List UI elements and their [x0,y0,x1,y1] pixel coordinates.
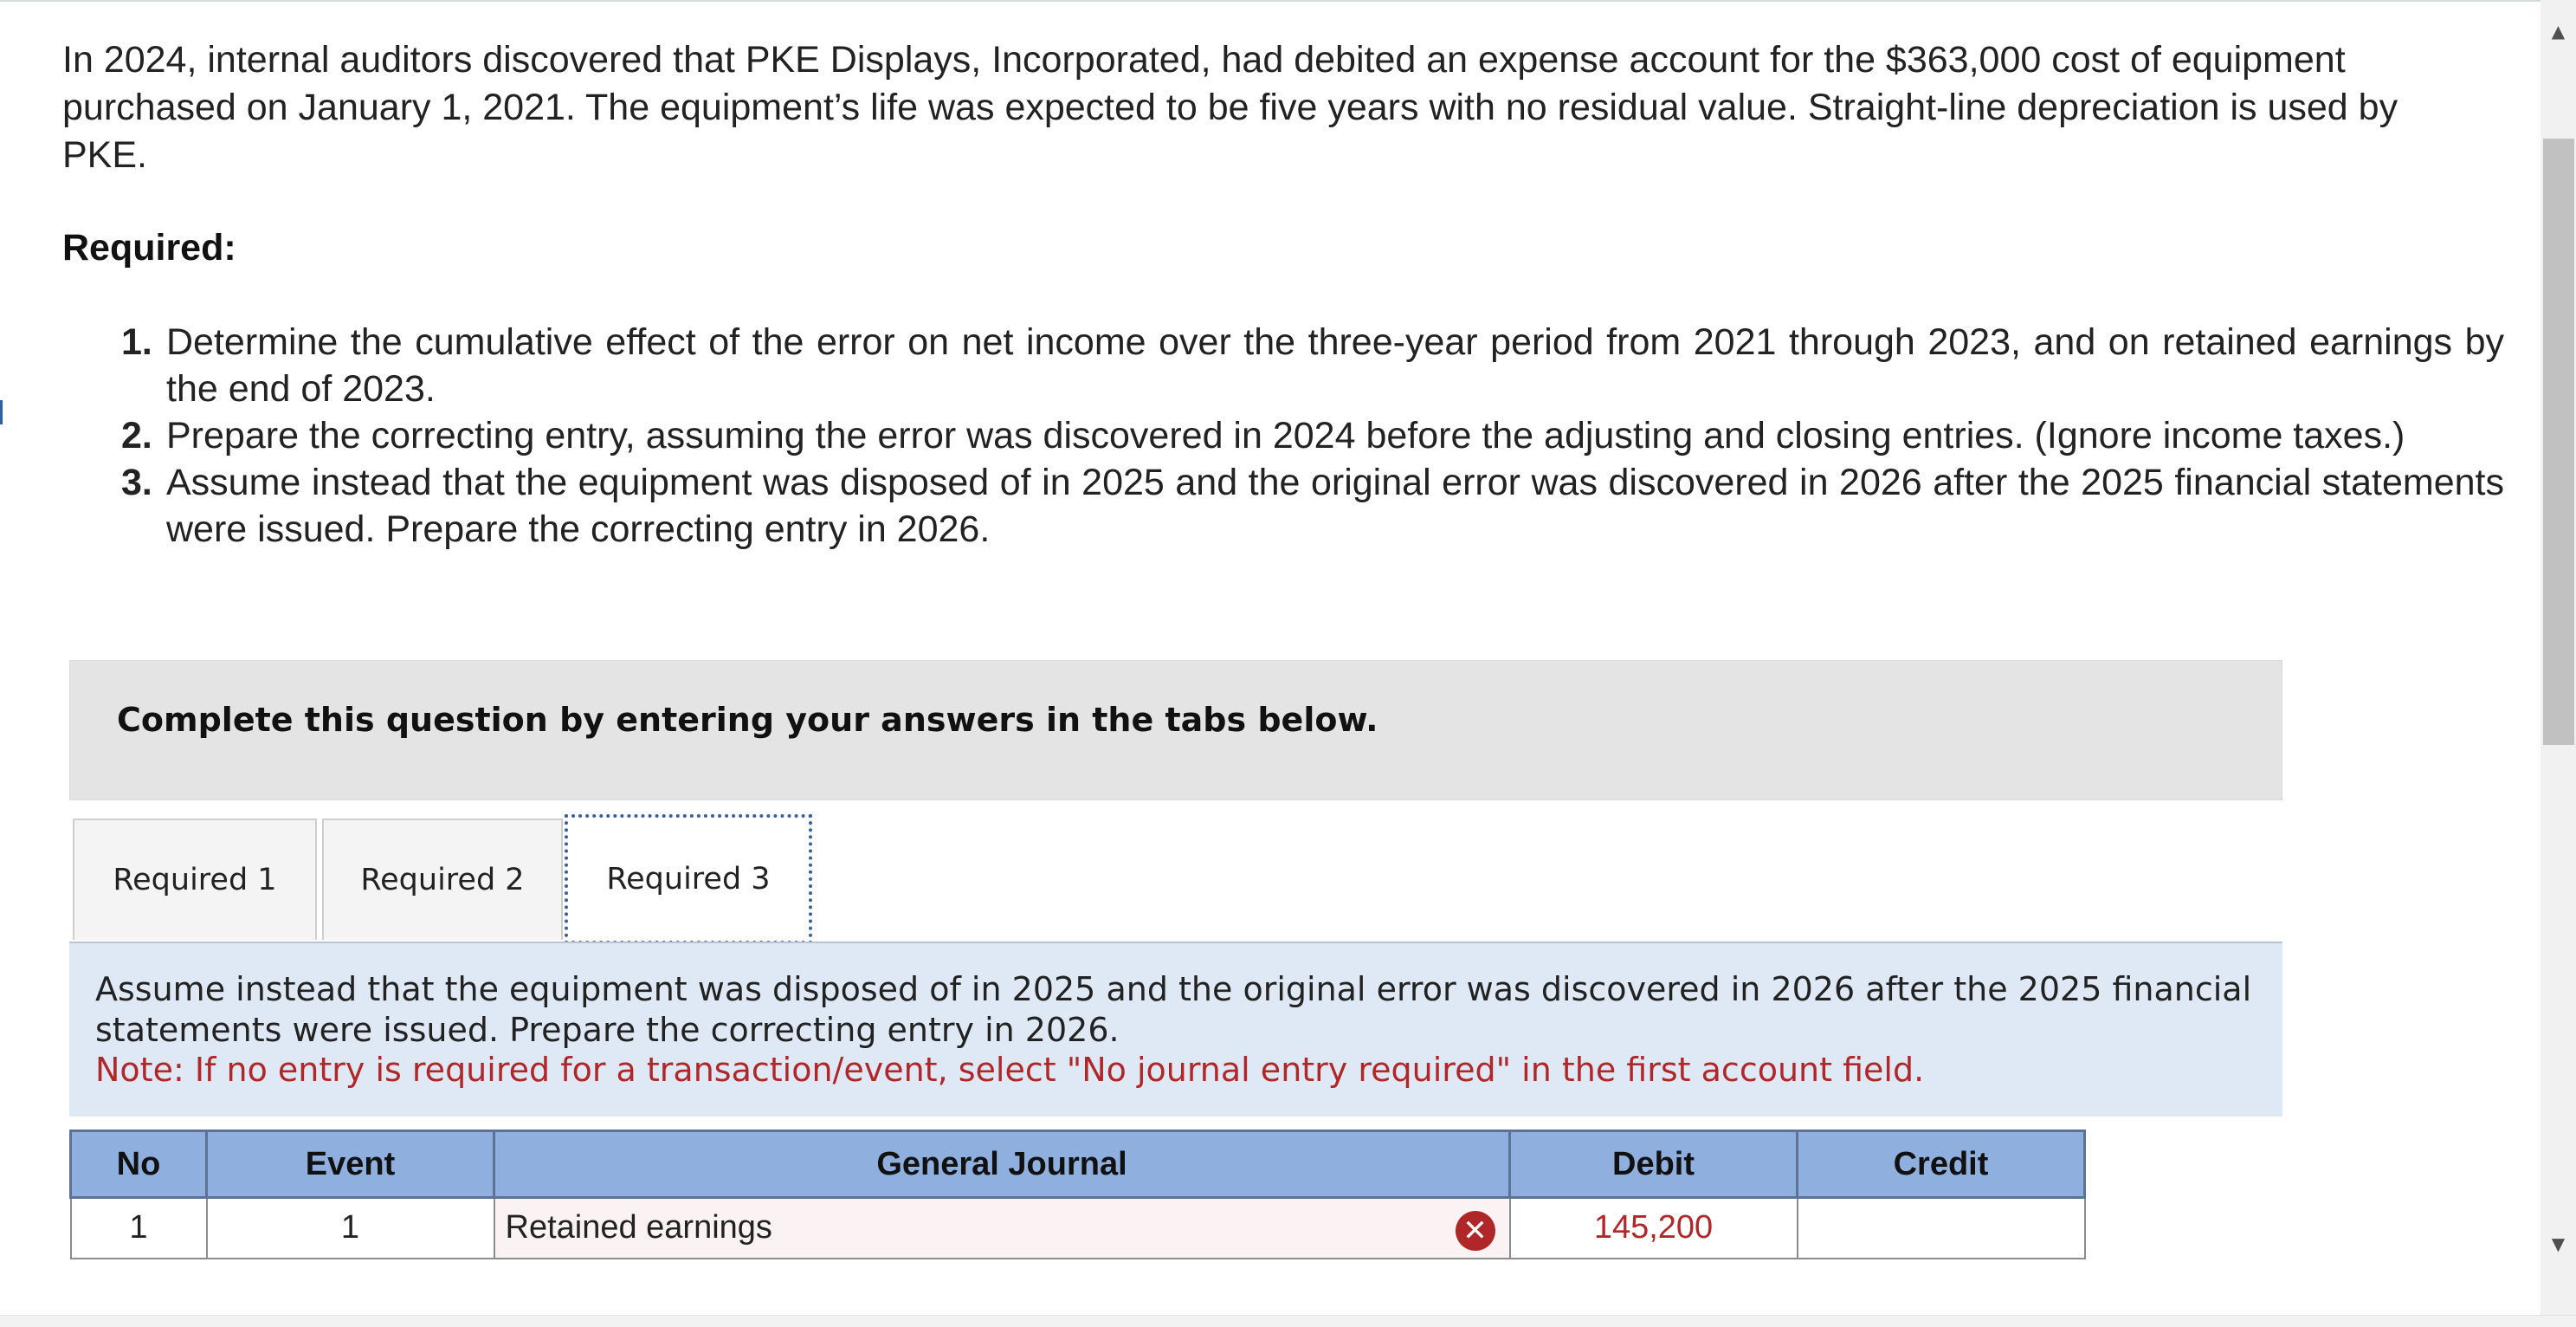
tab-required-2[interactable]: Required 2 [322,819,563,940]
header-credit: Credit [1796,1130,2086,1199]
tab-required-1[interactable]: Required 1 [73,819,317,940]
account-value: Retained earnings [505,1209,772,1246]
requirements-list: 1. Determine the cumulative effect of th… [121,319,2504,553]
triangle-up-icon[interactable]: ▲ [2540,14,2576,49]
tab-required-3[interactable]: Required 3 [565,814,812,944]
credit-input[interactable] [1796,1197,2086,1259]
header-general-journal: General Journal [493,1130,1511,1199]
requirement-item: 1. Determine the cumulative effect of th… [121,319,2504,412]
debit-input[interactable]: 145,200 [1508,1197,1798,1259]
scrollbar-thumb[interactable] [2543,139,2574,745]
instructions-text: Complete this question by entering your … [117,701,1378,739]
journal-header-row: No Event General Journal Debit Credit [69,1130,2086,1199]
requirement-text: Determine the cumulative effect of the e… [166,321,2504,410]
header-no: No [69,1130,208,1199]
header-event: Event [205,1130,495,1199]
top-border [0,0,2576,2]
bottom-bar [0,1315,2576,1327]
account-select[interactable]: Retained earnings ✕ [493,1197,1511,1259]
requirement-text: Assume instead that the equipment was di… [166,462,2504,550]
panel-instructions: Assume instead that the equipment was di… [95,970,2252,1049]
requirement-number: 1. [121,321,152,363]
row-number: 1 [69,1197,208,1259]
triangle-down-icon[interactable]: ▼ [2540,1227,2576,1261]
row-event: 1 [205,1197,495,1259]
requirement-item: 3. Assume instead that the equipment was… [121,459,2504,553]
requirement-item: 2. Prepare the correcting entry, assumin… [121,412,2504,459]
panel-note: Note: If no entry is required for a tran… [95,1051,1925,1089]
header-debit: Debit [1508,1130,1798,1199]
requirement-number: 2. [121,415,152,456]
table-row: 1 1 Retained earnings ✕ 145,200 [69,1197,2086,1259]
tab-panel: Assume instead that the equipment was di… [69,943,2282,1117]
journal-table: No Event General Journal Debit Credit 1 … [69,1130,2086,1259]
requirement-number: 3. [121,462,152,503]
requirement-text: Prepare the correcting entry, assuming t… [166,415,2405,456]
instructions-banner: Complete this question by entering your … [69,660,2282,800]
left-edge-marker [0,400,3,424]
required-heading: Required: [62,227,236,269]
close-circle-icon: ✕ [1455,1211,1495,1251]
problem-intro: In 2024, internal auditors discovered th… [62,39,2398,176]
